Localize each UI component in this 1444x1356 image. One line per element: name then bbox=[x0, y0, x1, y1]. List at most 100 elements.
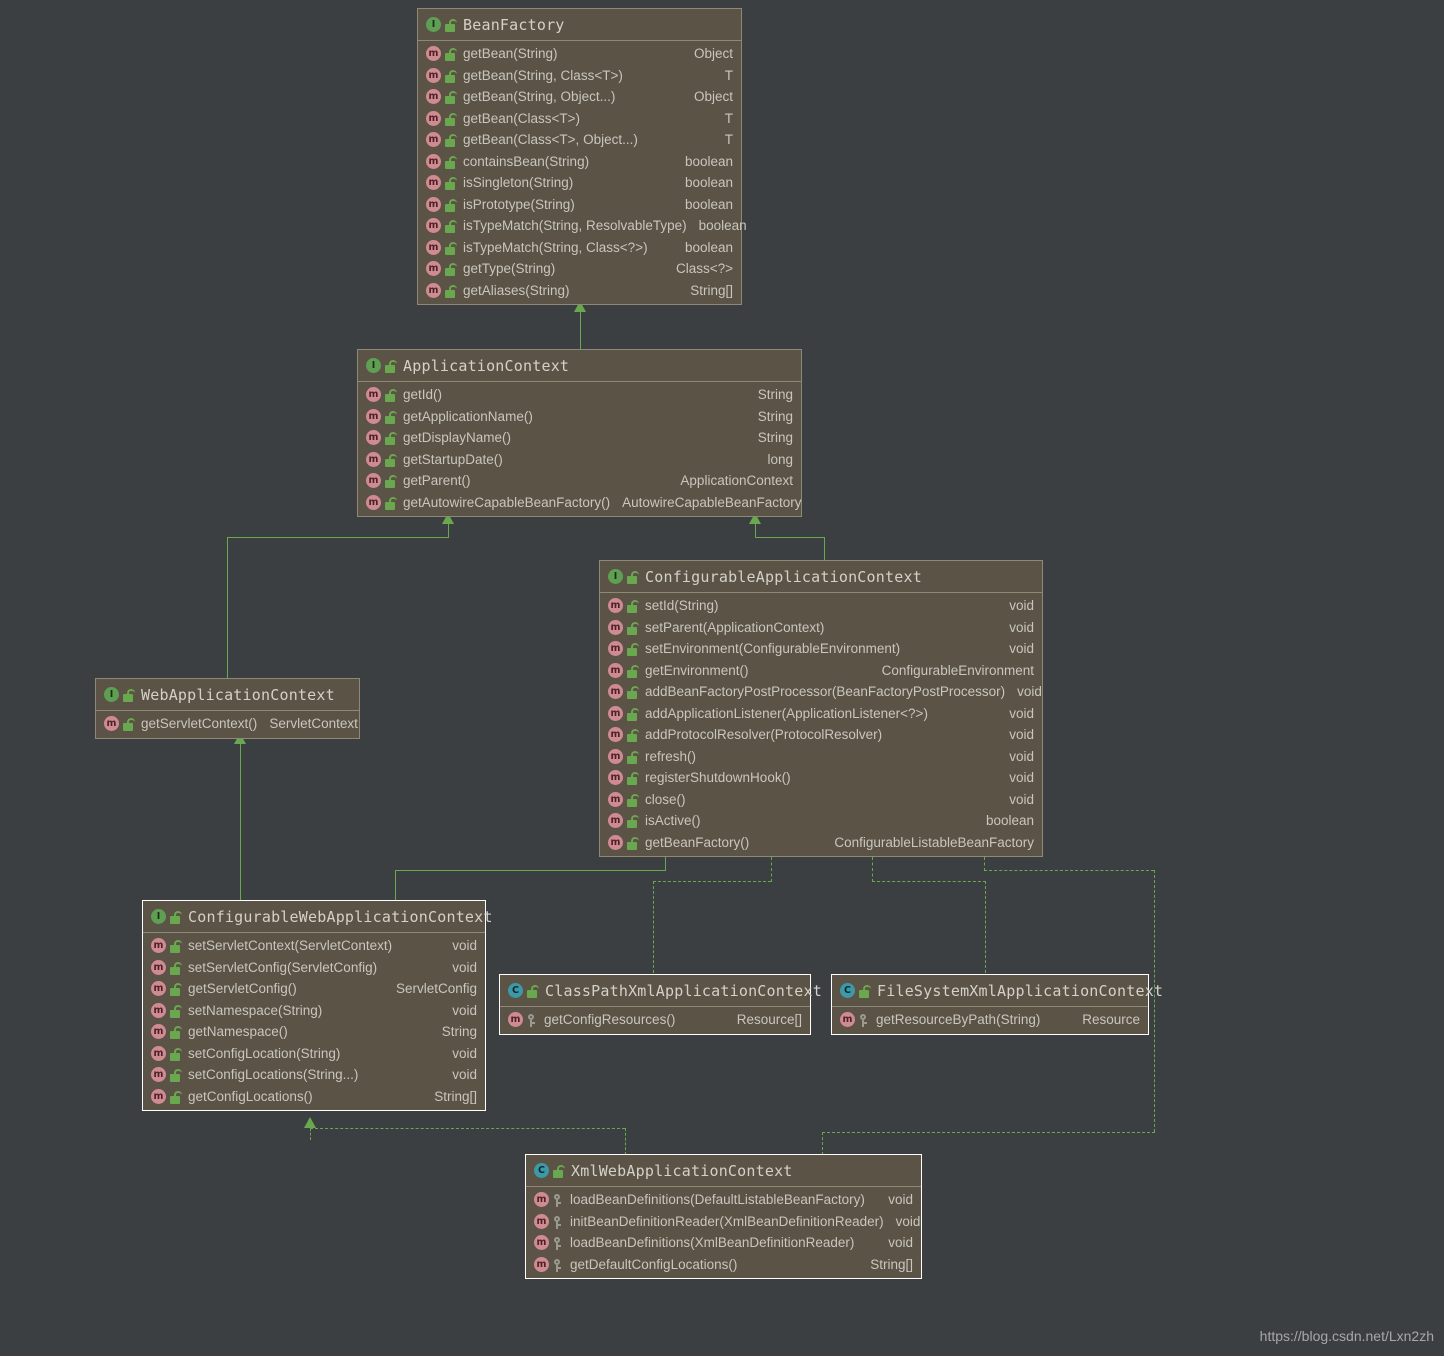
member-list-applicationcontext: m getId() String m getApplicationName() … bbox=[358, 382, 801, 516]
member-type: void bbox=[997, 770, 1034, 785]
member-row[interactable]: m setServletContext(ServletContext) void bbox=[143, 935, 485, 957]
method-icon: m bbox=[608, 641, 623, 656]
member-list-filesystemxmlapplicationcontext: m getResourceByPath(String) Resource bbox=[832, 1007, 1148, 1034]
public-lock-icon bbox=[385, 497, 396, 510]
method-icon: m bbox=[608, 663, 623, 678]
connector-xmlweb-to-cfgwebctx-drop bbox=[625, 1128, 626, 1155]
member-row[interactable]: m containsBean(String) boolean bbox=[418, 151, 741, 173]
member-name: getBean(Class<T>) bbox=[463, 111, 580, 126]
class-box-configurablewebapplicationcontext[interactable]: I ConfigurableWebApplicationContext m se… bbox=[142, 900, 486, 1111]
member-row[interactable]: m refresh() void bbox=[600, 746, 1042, 768]
member-type: void bbox=[440, 1003, 477, 1018]
member-name: setServletContext(ServletContext) bbox=[188, 938, 392, 953]
member-row[interactable]: m getParent() ApplicationContext bbox=[358, 470, 801, 492]
member-list-webapplicationcontext: m getServletContext() ServletContext bbox=[96, 711, 359, 738]
member-row[interactable]: m setNamespace(String) void bbox=[143, 1000, 485, 1022]
member-row[interactable]: m setServletConfig(ServletConfig) void bbox=[143, 957, 485, 979]
member-row[interactable]: m getNamespace() String bbox=[143, 1021, 485, 1043]
class-name-label: ClassPathXmlApplicationContext bbox=[545, 982, 822, 1000]
public-lock-icon bbox=[445, 242, 456, 255]
member-row[interactable]: m setId(String) void bbox=[600, 595, 1042, 617]
class-name-label: FileSystemXmlApplicationContext bbox=[877, 982, 1163, 1000]
method-icon: m bbox=[151, 960, 166, 975]
member-type: boolean bbox=[673, 175, 733, 190]
method-icon: m bbox=[366, 387, 381, 402]
member-row[interactable]: m getId() String bbox=[358, 384, 801, 406]
member-name: getNamespace() bbox=[188, 1024, 288, 1039]
member-row[interactable]: m setConfigLocations(String...) void bbox=[143, 1064, 485, 1086]
member-row[interactable]: m isActive() boolean bbox=[600, 810, 1042, 832]
member-row[interactable]: m getBean(String, Object...) Object bbox=[418, 86, 741, 108]
class-box-xmlwebapplicationcontext[interactable]: C XmlWebApplicationContext m loadBeanDef… bbox=[525, 1154, 922, 1279]
member-type: T bbox=[713, 132, 733, 147]
class-box-applicationcontext[interactable]: I ApplicationContext m getId() String m … bbox=[357, 349, 802, 517]
class-box-filesystemxmlapplicationcontext[interactable]: C FileSystemXmlApplicationContext m getR… bbox=[831, 974, 1149, 1035]
member-row[interactable]: m isTypeMatch(String, ResolvableType) bo… bbox=[418, 215, 741, 237]
method-icon: m bbox=[426, 46, 441, 61]
member-row[interactable]: m registerShutdownHook() void bbox=[600, 767, 1042, 789]
member-name: registerShutdownHook() bbox=[645, 770, 791, 785]
member-row[interactable]: m loadBeanDefinitions(XmlBeanDefinitionR… bbox=[526, 1232, 921, 1254]
public-lock-icon bbox=[170, 1026, 181, 1039]
member-row[interactable]: m initBeanDefinitionReader(XmlBeanDefini… bbox=[526, 1211, 921, 1233]
member-type: void bbox=[997, 749, 1034, 764]
member-row[interactable]: m loadBeanDefinitions(DefaultListableBea… bbox=[526, 1189, 921, 1211]
connector-xmlweb-to-cfgwebctx-horiz bbox=[310, 1128, 625, 1129]
class-name-label: XmlWebApplicationContext bbox=[571, 1162, 793, 1180]
method-icon: m bbox=[151, 1024, 166, 1039]
member-row[interactable]: m getBean(Class<T>, Object...) T bbox=[418, 129, 741, 151]
member-row[interactable]: m getApplicationName() String bbox=[358, 406, 801, 428]
member-row[interactable]: m getBean(String) Object bbox=[418, 43, 741, 65]
member-row[interactable]: m setConfigLocation(String) void bbox=[143, 1043, 485, 1065]
public-lock-icon bbox=[445, 220, 456, 233]
member-name: setServletConfig(ServletConfig) bbox=[188, 960, 377, 975]
public-lock-icon bbox=[627, 571, 638, 584]
member-row[interactable]: m getBean(Class<T>) T bbox=[418, 108, 741, 130]
member-row[interactable]: m getServletConfig() ServletConfig bbox=[143, 978, 485, 1000]
member-row[interactable]: m isTypeMatch(String, Class<?>) boolean bbox=[418, 237, 741, 259]
class-box-classpathxmlapplicationcontext[interactable]: C ClassPathXmlApplicationContext m getCo… bbox=[499, 974, 811, 1035]
member-row[interactable]: m getEnvironment() ConfigurableEnvironme… bbox=[600, 660, 1042, 682]
public-lock-icon bbox=[385, 454, 396, 467]
member-type: String bbox=[746, 409, 793, 424]
member-row[interactable]: m addBeanFactoryPostProcessor(BeanFactor… bbox=[600, 681, 1042, 703]
member-row[interactable]: m addApplicationListener(ApplicationList… bbox=[600, 703, 1042, 725]
class-box-configurableapplicationcontext[interactable]: I ConfigurableApplicationContext m setId… bbox=[599, 560, 1043, 857]
member-type: String bbox=[746, 430, 793, 445]
member-row[interactable]: m setEnvironment(ConfigurableEnvironment… bbox=[600, 638, 1042, 660]
member-row[interactable]: m isPrototype(String) boolean bbox=[418, 194, 741, 216]
method-icon: m bbox=[534, 1192, 549, 1207]
member-row[interactable]: m getAliases(String) String[] bbox=[418, 280, 741, 302]
class-box-beanfactory[interactable]: I BeanFactory m getBean(String) Object m… bbox=[417, 8, 742, 305]
public-lock-icon bbox=[627, 794, 638, 807]
member-row[interactable]: m getDefaultConfigLocations() String[] bbox=[526, 1254, 921, 1276]
member-row[interactable]: m getConfigLocations() String[] bbox=[143, 1086, 485, 1108]
method-icon: m bbox=[151, 1003, 166, 1018]
member-row[interactable]: m getStartupDate() long bbox=[358, 449, 801, 471]
method-icon: m bbox=[608, 835, 623, 850]
member-name: getServletContext() bbox=[141, 716, 257, 731]
member-name: getApplicationName() bbox=[403, 409, 533, 424]
member-row[interactable]: m addProtocolResolver(ProtocolResolver) … bbox=[600, 724, 1042, 746]
member-row[interactable]: m getType(String) Class<?> bbox=[418, 258, 741, 280]
member-row[interactable]: m getResourceByPath(String) Resource bbox=[832, 1009, 1148, 1031]
class-box-webapplicationcontext[interactable]: I WebApplicationContext m getServletCont… bbox=[95, 678, 360, 739]
member-type: void bbox=[997, 641, 1034, 656]
member-type: Class<?> bbox=[664, 261, 733, 276]
member-row[interactable]: m getBeanFactory() ConfigurableListableB… bbox=[600, 832, 1042, 854]
member-row[interactable]: m getBean(String, Class<T>) T bbox=[418, 65, 741, 87]
member-row[interactable]: m getConfigResources() Resource[] bbox=[500, 1009, 810, 1031]
member-row[interactable]: m setParent(ApplicationContext) void bbox=[600, 617, 1042, 639]
member-row[interactable]: m getServletContext() ServletContext bbox=[96, 713, 359, 735]
member-type: ConfigurableListableBeanFactory bbox=[822, 835, 1034, 850]
method-icon: m bbox=[608, 813, 623, 828]
member-row[interactable]: m getDisplayName() String bbox=[358, 427, 801, 449]
public-lock-icon bbox=[859, 985, 870, 998]
member-row[interactable]: m close() void bbox=[600, 789, 1042, 811]
public-lock-icon bbox=[385, 360, 396, 373]
connector-xmlweb-to-cfgappctx-riser bbox=[984, 857, 985, 871]
interface-icon: I bbox=[104, 687, 119, 702]
member-row[interactable]: m getAutowireCapableBeanFactory() Autowi… bbox=[358, 492, 801, 514]
public-lock-icon bbox=[627, 643, 638, 656]
member-row[interactable]: m isSingleton(String) boolean bbox=[418, 172, 741, 194]
